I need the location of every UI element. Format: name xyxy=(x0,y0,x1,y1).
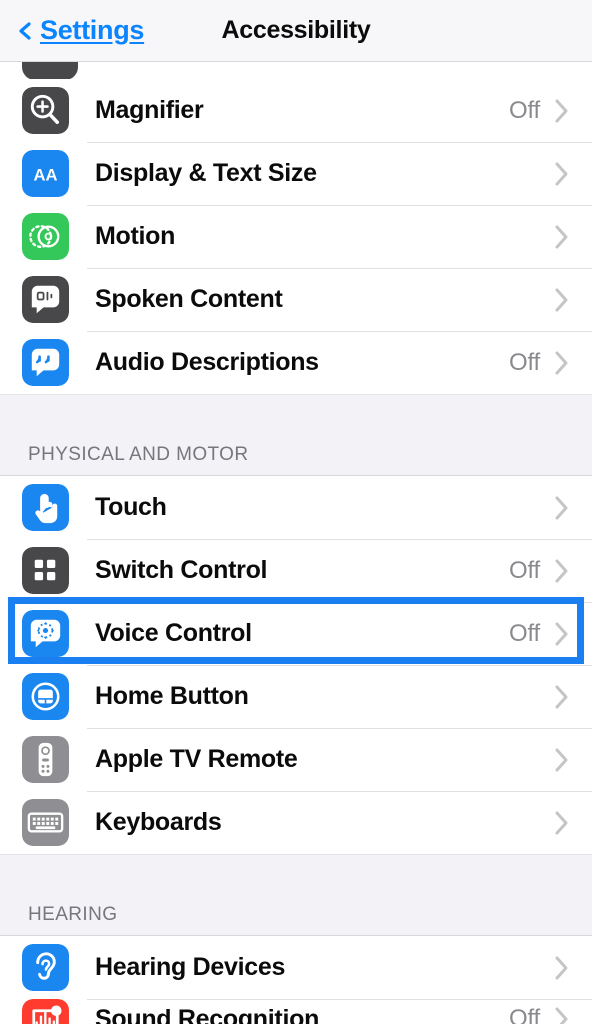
clipped-row-icon xyxy=(22,62,78,79)
settings-row-label: Sound Recognition xyxy=(95,1005,320,1024)
settings-group: Hearing Devices Sound Recognition Off xyxy=(0,936,592,1024)
chevron-right-icon xyxy=(554,810,570,836)
settings-row-accessory xyxy=(554,747,592,773)
settings-row-voice-control[interactable]: Voice Control Off xyxy=(0,602,592,665)
settings-row-touch[interactable]: Touch xyxy=(0,476,592,539)
chevron-right-icon xyxy=(554,558,570,584)
settings-row-accessory: Off xyxy=(509,97,592,125)
settings-row-audio-descriptions[interactable]: Audio Descriptions Off xyxy=(0,331,592,394)
keyboard-icon xyxy=(22,799,69,846)
chevron-right-icon xyxy=(554,684,570,710)
settings-row-value: Off xyxy=(509,619,540,647)
settings-row-accessory xyxy=(554,810,592,836)
settings-row-label: Magnifier xyxy=(95,96,204,124)
switch-control-icon xyxy=(22,547,69,594)
sound-recognition-icon xyxy=(22,999,69,1024)
settings-row-sound-recognition[interactable]: Sound Recognition Off xyxy=(0,999,592,1024)
settings-row-accessory xyxy=(554,161,592,187)
apple-tv-remote-icon xyxy=(22,736,69,783)
settings-row-display-text-size[interactable]: AA Display & Text Size xyxy=(0,142,592,205)
settings-row-value: Off xyxy=(509,96,540,124)
section-header-label: HEARING xyxy=(28,904,118,925)
chevron-right-icon xyxy=(554,495,570,521)
partially-scrolled-row[interactable] xyxy=(0,62,592,79)
settings-row-label: Apple TV Remote xyxy=(95,745,298,773)
voice-control-icon xyxy=(22,610,69,657)
back-button-label[interactable]: Settings xyxy=(40,15,144,46)
audio-descriptions-icon xyxy=(22,339,69,386)
settings-row-label: Voice Control xyxy=(95,619,252,647)
chevron-left-icon xyxy=(16,21,34,40)
settings-row-accessory: Off xyxy=(509,557,592,585)
ear-icon xyxy=(22,944,69,991)
settings-row-value: Off xyxy=(509,556,540,584)
settings-row-accessory: Off xyxy=(509,1005,592,1024)
chevron-right-icon xyxy=(554,161,570,187)
chevron-right-icon xyxy=(554,287,570,313)
chevron-right-icon xyxy=(554,621,570,647)
section-header-hearing: HEARING xyxy=(0,854,592,936)
magnifier-icon xyxy=(22,87,69,134)
settings-row-accessory xyxy=(554,495,592,521)
navigation-bar: Settings Accessibility xyxy=(0,0,592,62)
svg-text:AA: AA xyxy=(33,165,57,184)
settings-row-apple-tv-remote[interactable]: Apple TV Remote xyxy=(0,728,592,791)
settings-list[interactable]: Magnifier Off AA Display & Text Size Moti… xyxy=(0,62,592,1024)
chevron-right-icon xyxy=(554,224,570,250)
settings-row-label: Display & Text Size xyxy=(95,159,317,187)
back-button[interactable]: Settings xyxy=(16,15,144,46)
settings-row-motion[interactable]: Motion xyxy=(0,205,592,268)
settings-row-value: Off xyxy=(509,1005,540,1024)
settings-group: Touch Switch Control Off Voice Control O… xyxy=(0,476,592,854)
settings-row-keyboards[interactable]: Keyboards xyxy=(0,791,592,854)
home-button-icon xyxy=(22,673,69,720)
chevron-right-icon xyxy=(554,955,570,981)
display-text-size-icon: AA xyxy=(22,150,69,197)
settings-row-hearing-devices[interactable]: Hearing Devices xyxy=(0,936,592,999)
settings-row-label: Audio Descriptions xyxy=(95,348,319,376)
section-header-label: PHYSICAL AND MOTOR xyxy=(28,444,249,465)
settings-row-accessory xyxy=(554,684,592,710)
settings-row-accessory xyxy=(554,287,592,313)
chevron-right-icon xyxy=(554,747,570,773)
settings-row-magnifier[interactable]: Magnifier Off xyxy=(0,79,592,142)
settings-row-spoken-content[interactable]: Spoken Content xyxy=(0,268,592,331)
chevron-right-icon xyxy=(554,350,570,376)
motion-icon xyxy=(22,213,69,260)
chevron-right-icon xyxy=(554,1006,570,1024)
settings-row-home-button[interactable]: Home Button xyxy=(0,665,592,728)
settings-row-accessory xyxy=(554,224,592,250)
settings-group: Magnifier Off AA Display & Text Size Moti… xyxy=(0,79,592,394)
settings-row-accessory xyxy=(554,955,592,981)
settings-row-label: Switch Control xyxy=(95,556,268,584)
settings-row-switch-control[interactable]: Switch Control Off xyxy=(0,539,592,602)
chevron-right-icon xyxy=(554,98,570,124)
touch-hand-icon xyxy=(22,484,69,531)
settings-row-label: Touch xyxy=(95,493,167,521)
spoken-content-icon xyxy=(22,276,69,323)
settings-row-label: Keyboards xyxy=(95,808,222,836)
settings-row-accessory: Off xyxy=(509,349,592,377)
settings-row-value: Off xyxy=(509,348,540,376)
settings-row-label: Motion xyxy=(95,222,176,250)
settings-row-label: Spoken Content xyxy=(95,285,283,313)
section-header-physical-and-motor: PHYSICAL AND MOTOR xyxy=(0,394,592,476)
settings-row-accessory: Off xyxy=(509,620,592,648)
settings-row-label: Home Button xyxy=(95,682,249,710)
settings-row-label: Hearing Devices xyxy=(95,953,286,981)
